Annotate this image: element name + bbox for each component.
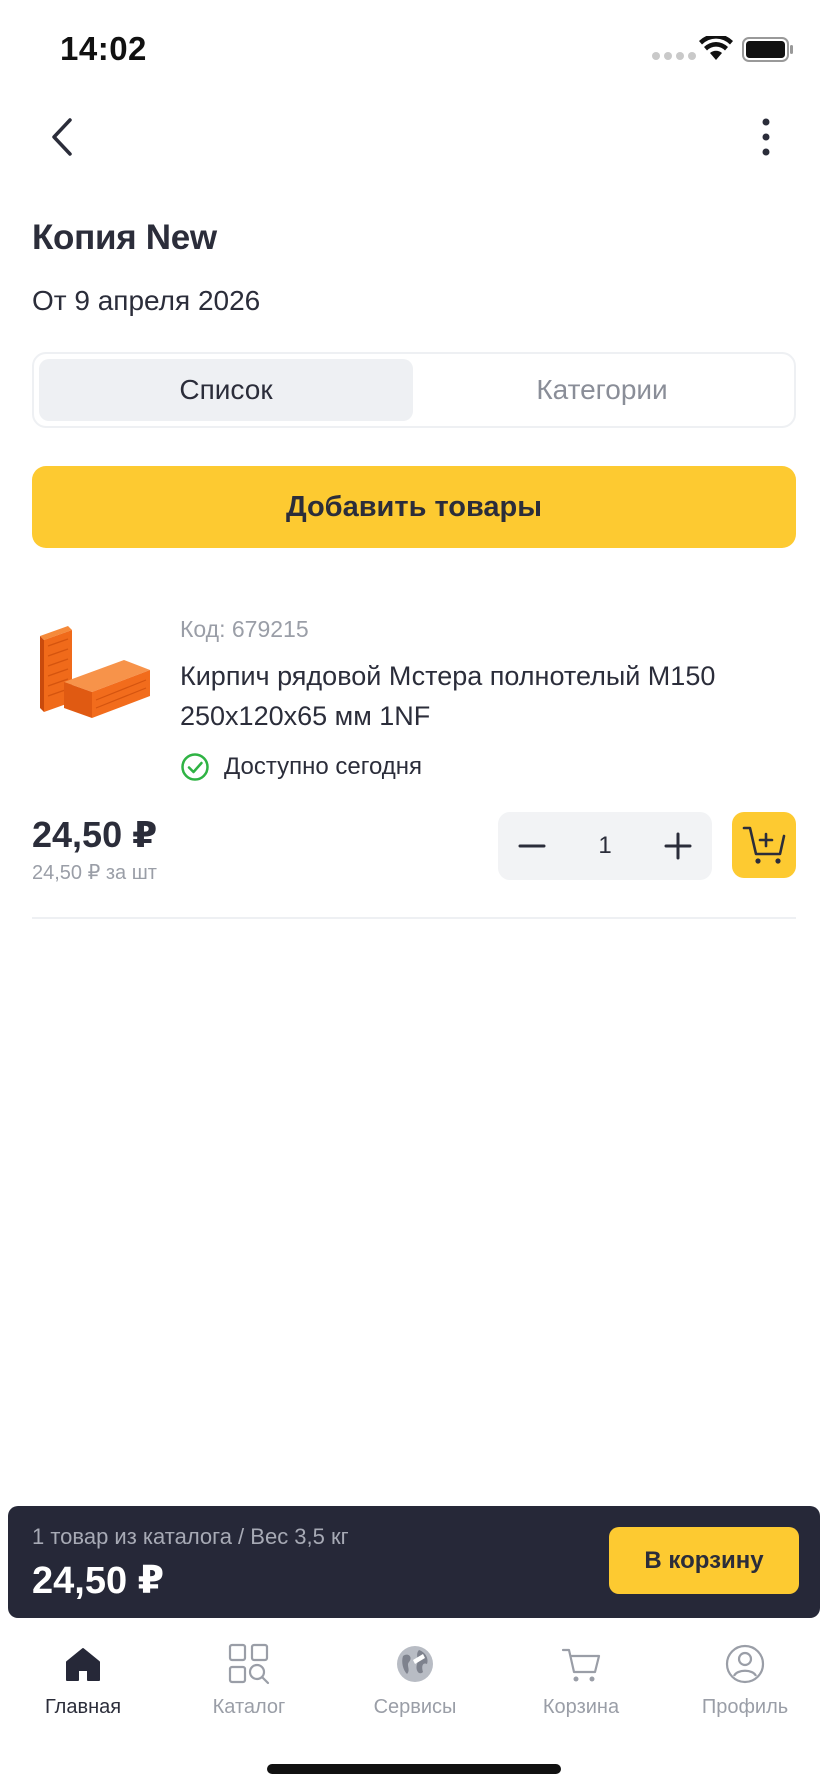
cart-plus-icon — [742, 826, 786, 864]
bottom-tab-bar: Главная Каталог Сервисы Корзина Профиль — [0, 1630, 828, 1720]
tab-list[interactable]: Список — [39, 359, 413, 421]
product-name[interactable]: Кирпич рядовой Мстера полнотелый М150 25… — [180, 656, 780, 736]
more-button[interactable] — [748, 112, 784, 162]
cellular-signal-icon — [652, 52, 696, 60]
tab-catalog[interactable]: Каталог — [166, 1630, 332, 1720]
minus-icon — [518, 844, 546, 848]
tab-profile[interactable]: Профиль — [662, 1630, 828, 1720]
cart-summary-bar: 1 товар из каталога / Вес 3,5 кг 24,50 ₽… — [8, 1506, 820, 1618]
quantity-stepper: 1 — [498, 812, 712, 880]
availability-text: Доступно сегодня — [224, 753, 423, 780]
status-time: 14:02 — [60, 30, 147, 67]
tab-services[interactable]: Сервисы — [332, 1630, 498, 1720]
page-title: Копия New — [32, 218, 217, 257]
product-price: 24,50 ₽ — [32, 814, 158, 855]
decrease-quantity-button[interactable] — [498, 812, 566, 880]
check-circle-icon — [181, 753, 209, 781]
view-switcher: Список Категории — [32, 352, 796, 428]
unit-price: 24,50 ₽ за шт — [32, 862, 157, 884]
tab-services-label: Сервисы — [373, 1696, 457, 1718]
tab-cart[interactable]: Корзина — [498, 1630, 664, 1720]
chevron-left-icon — [52, 118, 72, 156]
tab-categories[interactable]: Категории — [415, 359, 789, 421]
wifi-icon — [699, 36, 733, 60]
home-icon — [66, 1648, 100, 1681]
tab-catalog-label: Каталог — [212, 1696, 286, 1718]
services-globe-icon — [397, 1646, 433, 1682]
cart-icon — [561, 1648, 601, 1682]
product-code: Код: 679215 — [180, 616, 309, 642]
catalog-search-icon — [228, 1643, 270, 1685]
more-vertical-icon — [762, 118, 770, 156]
status-bar: 14:02 — [0, 0, 828, 100]
quantity-value[interactable]: 1 — [566, 812, 644, 880]
page-date: От 9 апреля 2026 — [32, 285, 261, 316]
battery-icon — [742, 37, 793, 62]
divider — [32, 917, 796, 919]
increase-quantity-button[interactable] — [644, 812, 712, 880]
home-indicator — [267, 1764, 561, 1774]
tab-home-label: Главная — [44, 1696, 122, 1718]
profile-icon — [725, 1644, 765, 1684]
add-to-cart-button[interactable] — [732, 812, 796, 878]
add-goods-button[interactable]: Добавить товары — [32, 466, 796, 548]
to-cart-button[interactable]: В корзину — [609, 1527, 799, 1594]
tab-profile-label: Профиль — [701, 1696, 789, 1718]
plus-icon — [664, 832, 692, 860]
back-button[interactable] — [42, 112, 86, 162]
product-image[interactable] — [34, 616, 154, 728]
tab-home[interactable]: Главная — [0, 1630, 166, 1720]
summary-info: 1 товар из каталога / Вес 3,5 кг — [32, 1524, 349, 1549]
summary-total: 24,50 ₽ — [32, 1560, 165, 1602]
tab-cart-label: Корзина — [542, 1696, 620, 1718]
availability-status: Доступно сегодня — [180, 752, 422, 782]
